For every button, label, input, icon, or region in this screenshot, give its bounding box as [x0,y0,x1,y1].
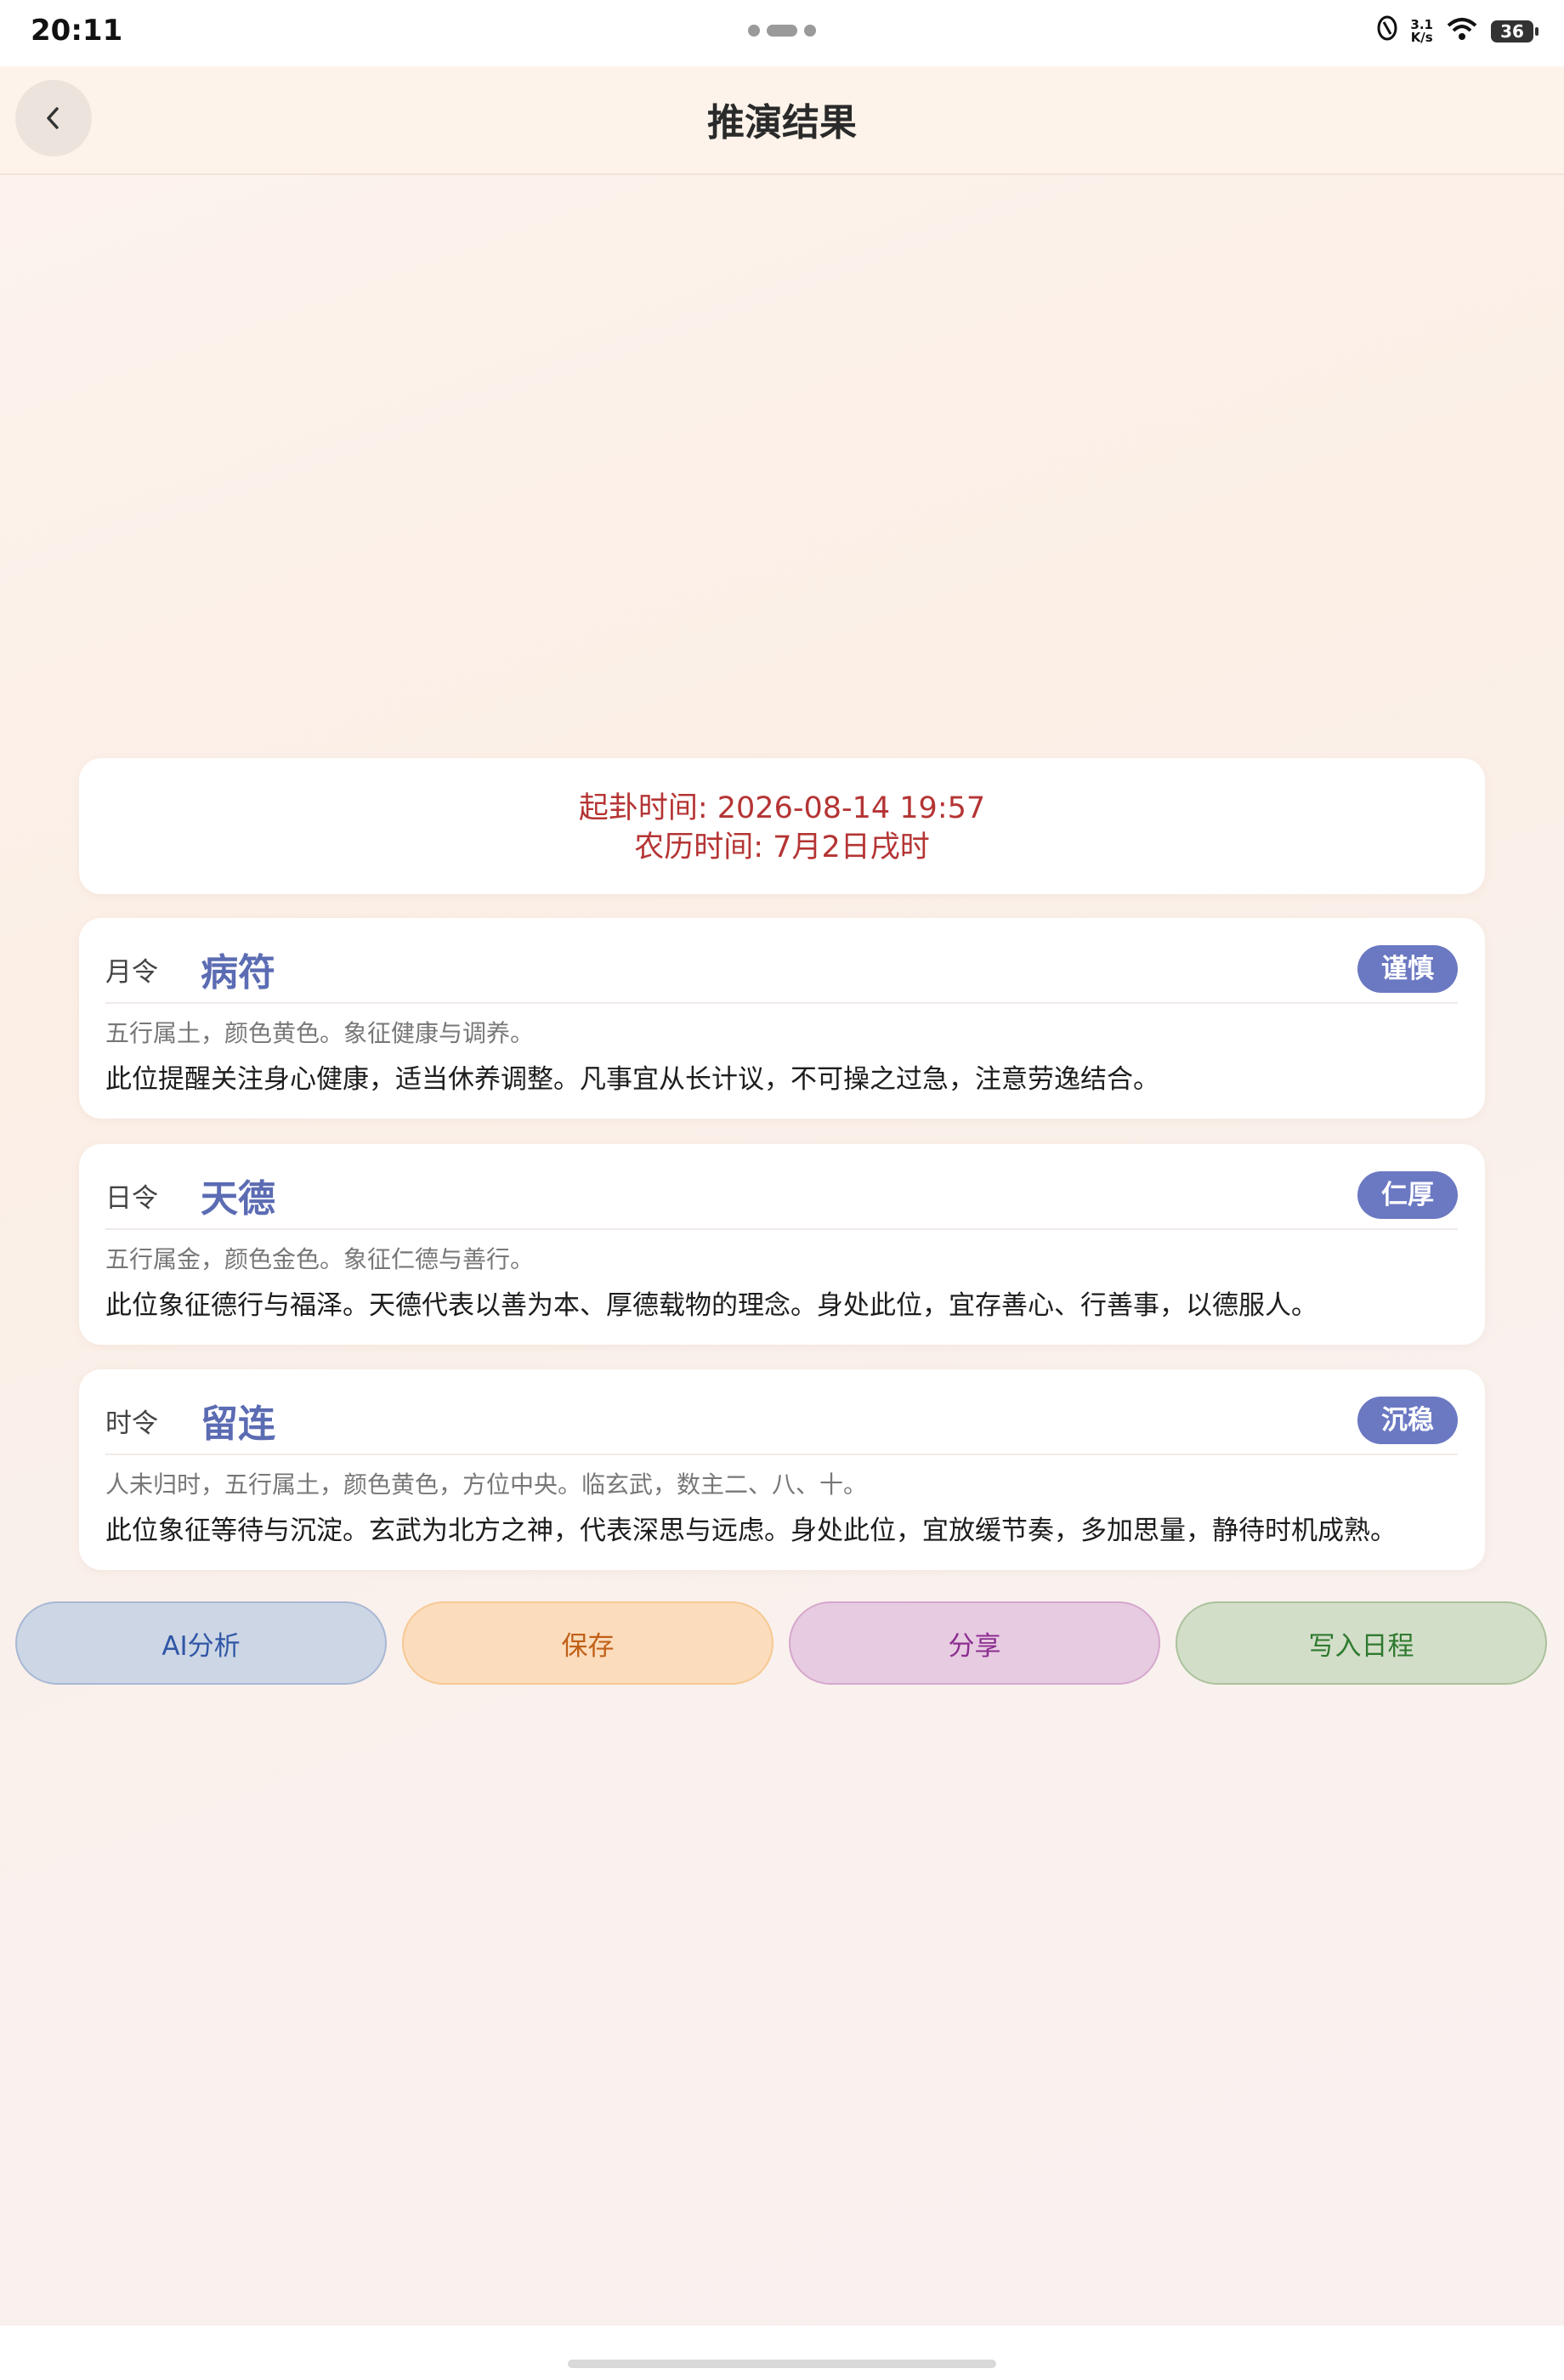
network-speed: 3.1 K/s [1410,16,1433,45]
result-badge: 沉稳 [1357,1397,1458,1444]
status-bar: 20:11 3.1 K/s 36 [0,0,1564,66]
result-description: 此位象征德行与福泽。天德代表以善为本、厚德载物的理念。身处此位，宜存善心、行善事… [105,1290,1318,1321]
save-button[interactable]: 保存 [402,1601,774,1685]
multitask-dots-icon [748,25,816,37]
result-attributes: 人未归时，五行属土，颜色黄色，方位中央。临玄武，数主二、八、十。 [105,1470,868,1499]
start-time: 起卦时间: 2026-08-14 19:57 [578,791,986,825]
result-attributes: 五行属金，颜色金色。象征仁德与善行。 [105,1245,535,1273]
result-name: 天德 [201,1177,275,1221]
time-info-card: 起卦时间: 2026-08-14 19:57 农历时间: 7月2日戌时 [79,758,1485,894]
result-label: 时令 [105,1408,158,1439]
result-description: 此位象征等待与沉淀。玄武为北方之神，代表深思与远虑。身处此位，宜放缓节奏，多加思… [105,1516,1397,1546]
result-card-hour: 时令 留连 沉稳 人未归时，五行属土，颜色黄色，方位中央。临玄武，数主二、八、十… [79,1369,1485,1570]
home-indicator[interactable] [568,2360,996,2368]
app-header: 推演结果 [0,66,1564,175]
result-attributes: 五行属土，颜色黄色。象征健康与调养。 [105,1019,535,1047]
nfc-icon [1376,15,1398,47]
page-title: 推演结果 [707,101,857,144]
share-button[interactable]: 分享 [789,1601,1160,1685]
result-card-day: 日令 天德 仁厚 五行属金，颜色金色。象征仁德与善行。 此位象征德行与福泽。天德… [79,1144,1485,1345]
action-bar: AI分析 保存 分享 写入日程 [15,1601,1547,1685]
result-label: 日令 [105,1183,158,1214]
divider [105,1454,1458,1455]
result-badge: 谨慎 [1357,945,1458,993]
result-name: 病符 [201,951,275,994]
lunar-time: 农历时间: 7月2日戌时 [634,830,930,864]
ai-analysis-button[interactable]: AI分析 [15,1601,387,1685]
divider [105,1228,1458,1230]
bottom-bar [0,2326,1564,2380]
status-icons: 3.1 K/s 36 [1376,15,1538,47]
result-badge: 仁厚 [1357,1171,1458,1219]
status-time: 20:11 [31,14,123,48]
result-name: 留连 [201,1402,275,1446]
result-label: 月令 [105,957,158,988]
result-description: 此位提醒关注身心健康，适当休养调整。凡事宜从长计议，不可操之过急，注意劳逸结合。 [105,1064,1159,1095]
result-card-month: 月令 病符 谨慎 五行属土，颜色黄色。象征健康与调养。 此位提醒关注身心健康，适… [79,918,1485,1119]
divider [105,1002,1458,1004]
wifi-icon [1445,15,1479,47]
add-to-calendar-button[interactable]: 写入日程 [1176,1601,1547,1685]
battery-icon: 36 [1491,20,1538,42]
